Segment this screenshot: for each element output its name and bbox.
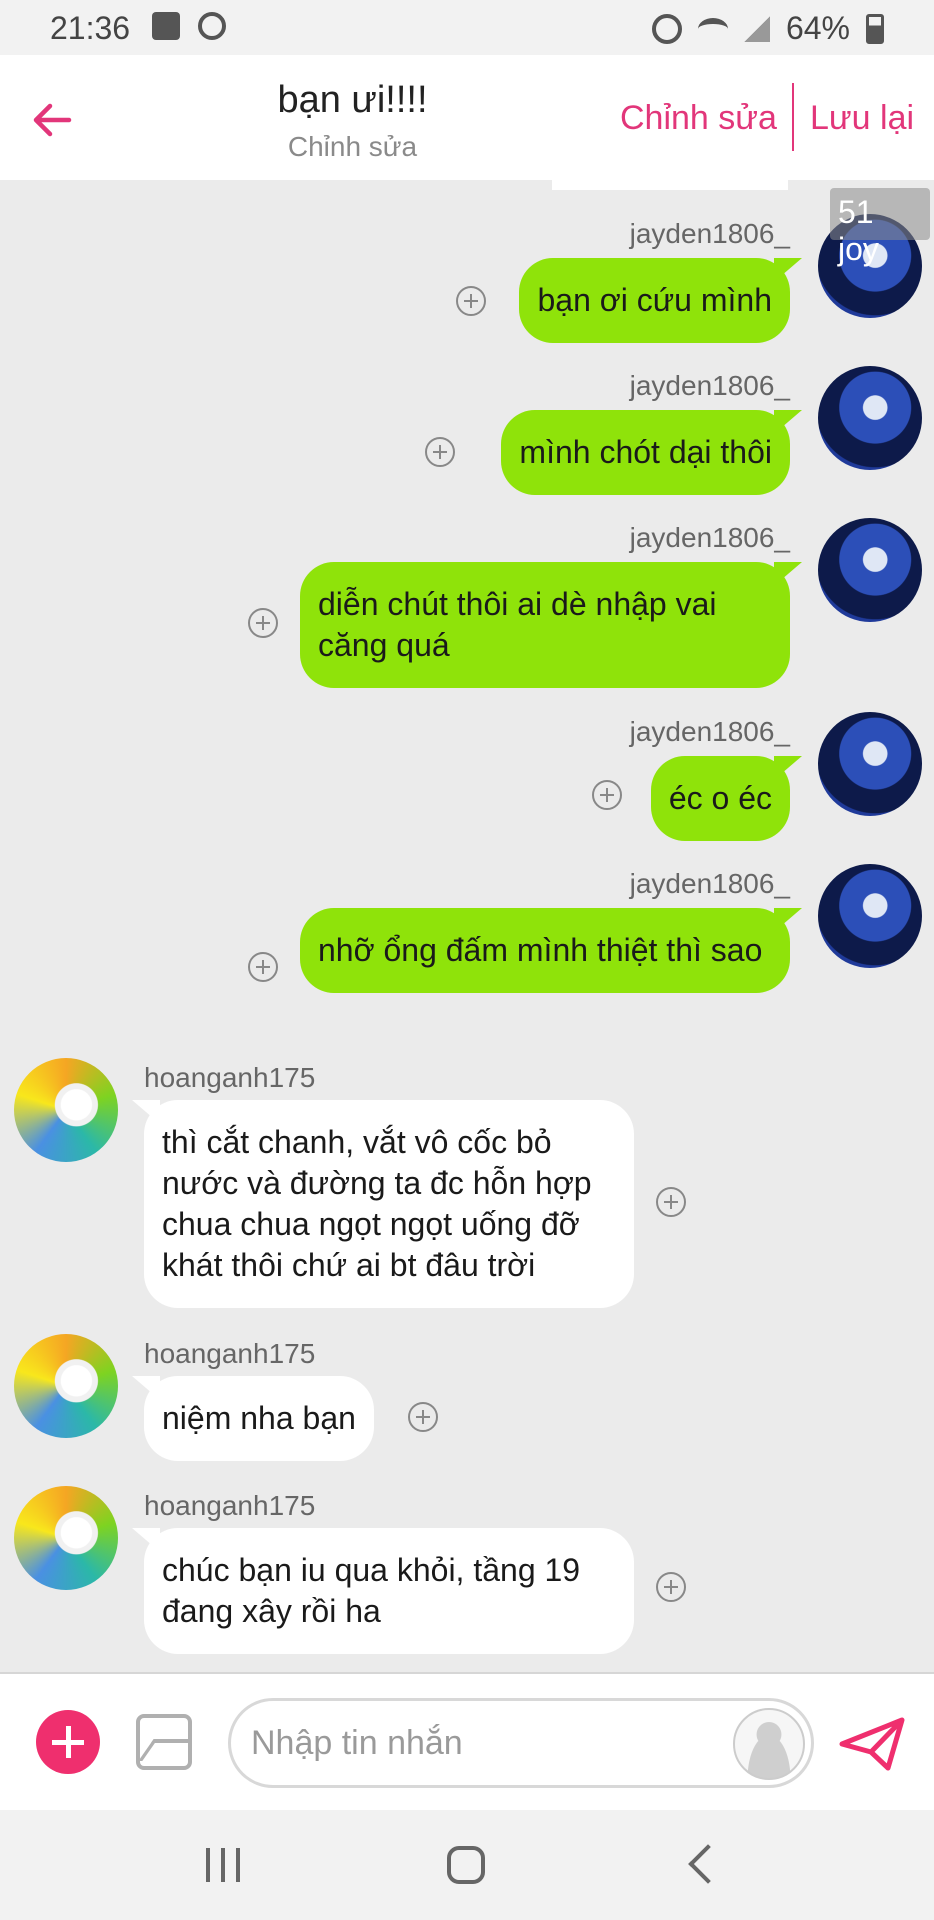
save-button[interactable]: Lưu lại [810, 99, 914, 138]
image-icon [152, 12, 180, 40]
avatar[interactable] [14, 1486, 118, 1590]
message-sender: jayden1806_ [629, 868, 790, 899]
battery-percent: 64% [785, 10, 850, 46]
message-sender: hoanganh175 [144, 1062, 316, 1093]
avatar[interactable] [14, 1334, 118, 1438]
signal-icon [743, 15, 770, 42]
add-reaction-icon[interactable] [656, 1187, 686, 1217]
add-reaction-icon[interactable] [656, 1572, 686, 1602]
alarm-icon [651, 13, 682, 44]
system-navigation-bar [0, 1810, 934, 1920]
home-button[interactable] [447, 1846, 485, 1884]
status-icons-left [152, 12, 226, 40]
add-reaction-icon[interactable] [425, 437, 455, 467]
message-sender: jayden1806_ [629, 218, 790, 249]
status-bar: 21:36 64% [0, 0, 934, 55]
recent-apps-icon-bar [221, 1848, 225, 1882]
message-bubble[interactable]: diễn chút thôi ai dè nhập vai căng quá [300, 562, 790, 688]
message-sender: jayden1806_ [629, 716, 790, 747]
message-bubble[interactable]: mình chót dại thôi [501, 410, 790, 495]
system-back-button[interactable] [688, 1844, 728, 1884]
message-bubble[interactable]: bạn ơi cứu mình [519, 258, 790, 343]
avatar[interactable] [818, 864, 922, 968]
message-bubble[interactable]: niệm nha bạn [144, 1376, 374, 1461]
battery-icon [866, 13, 884, 44]
previous-message-edge [552, 180, 788, 190]
message-sender: jayden1806_ [629, 370, 790, 401]
conversation-title: bạn ưi!!!! [277, 79, 428, 121]
send-button[interactable] [838, 1714, 908, 1774]
edit-button[interactable]: Chỉnh sửa [620, 99, 777, 138]
avatar[interactable] [818, 366, 922, 470]
message-sender: jayden1806_ [629, 522, 790, 553]
persona-avatar-icon[interactable] [733, 1708, 805, 1780]
message-bubble[interactable]: thì cắt chanh, vắt vô cốc bỏ nước và đườ… [144, 1100, 634, 1308]
composer [0, 1672, 934, 1810]
send-icon [839, 1717, 905, 1771]
header-divider [792, 83, 794, 151]
message-bubble[interactable]: nhỡ ổng đấm mình thiệt thì sao [300, 908, 790, 993]
message-input[interactable] [228, 1698, 814, 1788]
status-icons-right: 64% [651, 10, 884, 47]
conversation-subtitle: Chỉnh sửa [287, 131, 418, 162]
recent-apps-icon-bar [236, 1848, 240, 1882]
add-reaction-icon[interactable] [592, 780, 622, 810]
headphones-icon [198, 12, 226, 40]
message-sender: hoanganh175 [144, 1490, 316, 1521]
chat-header: bạn ưi!!!! Chỉnh sửa Chỉnh sửa Lưu lại [0, 55, 934, 180]
message-bubble[interactable]: éc o éc [650, 756, 790, 841]
avatar[interactable] [818, 518, 922, 622]
add-reaction-icon[interactable] [456, 286, 486, 316]
wifi-icon [697, 17, 728, 40]
image-picker-icon[interactable] [136, 1714, 192, 1770]
recent-apps-button[interactable] [206, 1848, 240, 1882]
message-sender: hoanganh175 [144, 1338, 316, 1369]
watermark: 51 joy [830, 188, 930, 267]
message-bubble[interactable]: chúc bạn iu qua khỏi, tầng 19 đang xây r… [144, 1528, 634, 1654]
avatar[interactable] [14, 1058, 118, 1162]
status-time: 21:36 [50, 10, 131, 46]
avatar[interactable] [818, 712, 922, 816]
recent-apps-icon-bar [206, 1848, 210, 1882]
add-reaction-icon[interactable] [408, 1402, 438, 1432]
add-reaction-icon[interactable] [248, 608, 278, 638]
add-reaction-icon[interactable] [248, 952, 278, 982]
message-list[interactable]: jayden1806_ bạn ơi cứu mình jayden1806_ … [0, 180, 934, 1672]
add-attachment-button[interactable] [36, 1710, 100, 1774]
